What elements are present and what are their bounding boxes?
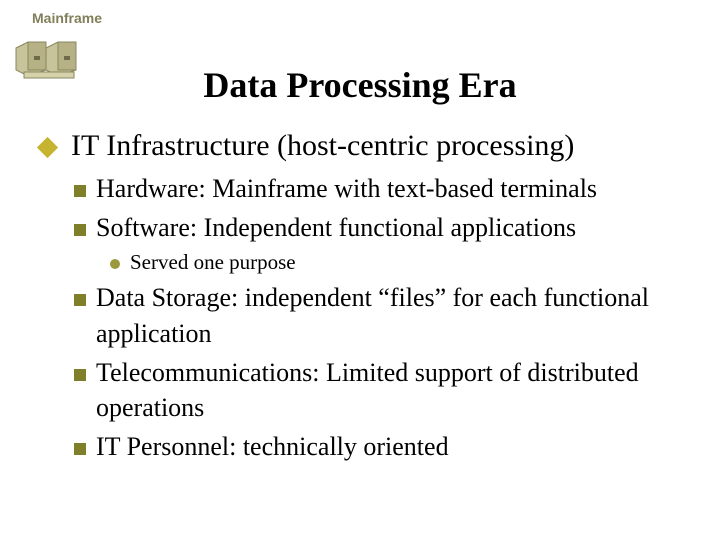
header-label: Mainframe xyxy=(32,10,690,26)
bullet-text: IT Personnel: technically oriented xyxy=(96,429,690,464)
bullet-text: Hardware: Mainframe with text-based term… xyxy=(96,171,690,206)
square-bullet-icon xyxy=(74,429,86,464)
square-bullet-icon xyxy=(74,280,86,350)
bullet-text: Data Storage: independent “files” for ea… xyxy=(96,280,690,350)
list-item: Telecommunications: Limited support of d… xyxy=(74,355,690,425)
bullet-text: IT Infrastructure (host-centric processi… xyxy=(71,126,690,165)
list-item: IT Personnel: technically oriented xyxy=(74,429,690,464)
list-item: Data Storage: independent “files” for ea… xyxy=(74,280,690,350)
bullet-text: Software: Independent functional applica… xyxy=(96,210,690,245)
slide-title: Data Processing Era xyxy=(30,64,690,106)
list-item: Served one purpose xyxy=(110,249,690,276)
list-item: Hardware: Mainframe with text-based term… xyxy=(74,171,690,206)
slide: Mainframe Data Processing Era IT Infrast… xyxy=(0,0,720,540)
diamond-bullet-icon xyxy=(40,126,61,165)
square-bullet-icon xyxy=(74,210,86,245)
bullet-list-level2: Hardware: Mainframe with text-based term… xyxy=(74,171,690,245)
dot-bullet-icon xyxy=(110,249,120,276)
bullet-list-level2: Data Storage: independent “files” for ea… xyxy=(74,280,690,463)
square-bullet-icon xyxy=(74,171,86,206)
list-item: Software: Independent functional applica… xyxy=(74,210,690,245)
mainframe-icon xyxy=(10,36,96,82)
list-item: IT Infrastructure (host-centric processi… xyxy=(40,126,690,165)
bullet-text: Telecommunications: Limited support of d… xyxy=(96,355,690,425)
bullet-list-level1: IT Infrastructure (host-centric processi… xyxy=(40,126,690,165)
bullet-list-level3: Served one purpose xyxy=(110,249,690,276)
bullet-text: Served one purpose xyxy=(130,249,690,276)
square-bullet-icon xyxy=(74,355,86,425)
